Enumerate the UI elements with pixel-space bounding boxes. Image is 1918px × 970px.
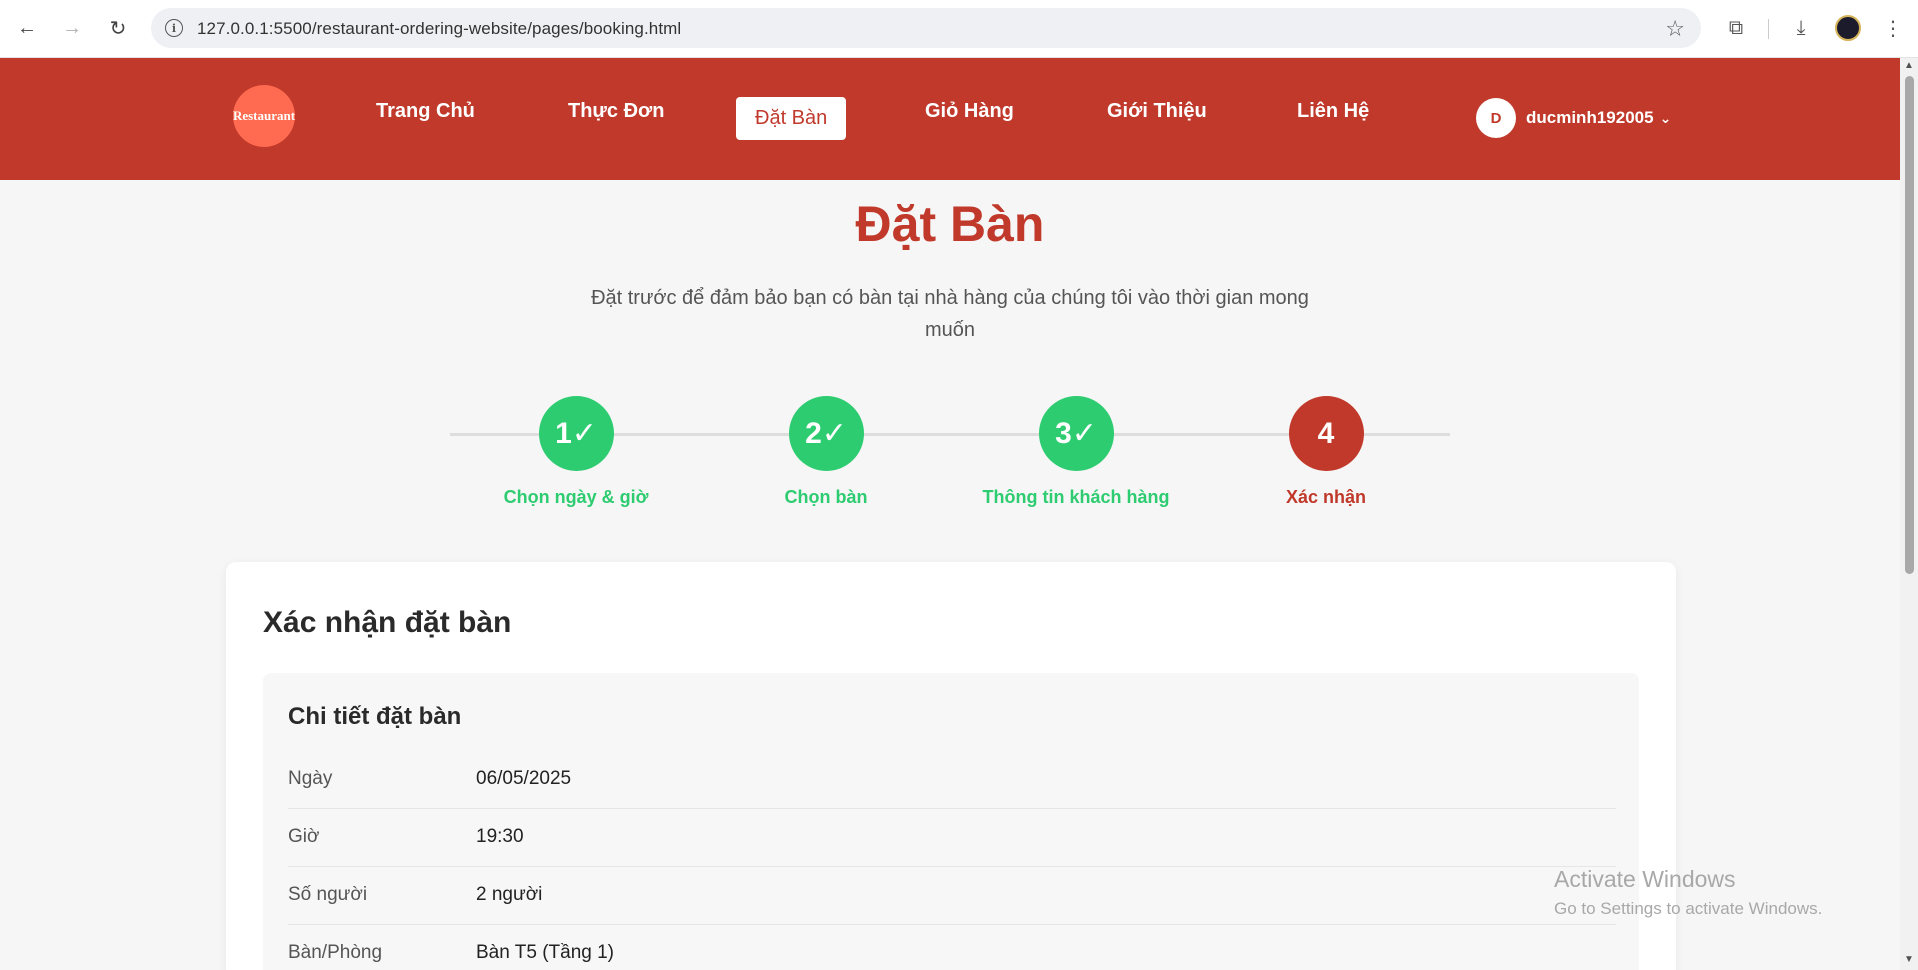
step-4: 4 Xác nhận [1206, 396, 1446, 508]
forward-icon[interactable]: → [58, 14, 86, 42]
detail-value: Bàn T5 (Tầng 1) [476, 942, 615, 963]
reload-icon[interactable]: ↻ [104, 14, 132, 42]
nav-contact[interactable]: Liên Hệ [1297, 100, 1369, 123]
nav-cart[interactable]: Giỏ Hàng [925, 100, 1014, 123]
chevron-down-icon: ⌄ [1659, 109, 1672, 126]
scrollbar-thumb[interactable] [1905, 76, 1914, 574]
extensions-icon[interactable]: ⧉ [1722, 14, 1750, 42]
download-icon[interactable]: ⤓ [1787, 14, 1815, 42]
step-badge: 2✓ [788, 396, 864, 471]
step-2: 2✓ Chọn bàn [706, 396, 946, 508]
restaurant-logo[interactable]: Restaurant [233, 85, 295, 147]
back-icon[interactable]: ← [13, 14, 41, 42]
detail-key: Bàn/Phòng [288, 942, 383, 963]
nav-about[interactable]: Giới Thiệu [1107, 100, 1207, 123]
scroll-up-arrow-icon[interactable]: ▲ [1904, 60, 1914, 71]
nav-home[interactable]: Trang Chủ [376, 100, 475, 123]
activate-windows-watermark: Activate Windows Go to Settings to activ… [1554, 866, 1822, 919]
booking-details: Chi tiết đặt bàn Ngày 06/05/2025 Giờ 19:… [263, 673, 1639, 970]
page-title: Đặt Bàn [855, 196, 1045, 252]
url-text[interactable]: 127.0.0.1:5500/restaurant-ordering-websi… [197, 19, 681, 39]
detail-key: Giờ [288, 826, 320, 847]
username: ducminh192005 [1526, 108, 1654, 127]
site-info-icon[interactable]: i [165, 19, 183, 37]
browser-toolbar: ← → ↻ i 127.0.0.1:5500/restaurant-orderi… [0, 0, 1918, 58]
detail-row-table: Bàn/Phòng Bàn T5 (Tầng 1) [288, 925, 1616, 970]
detail-value: 06/05/2025 [476, 768, 572, 789]
step-label: Xác nhận [1285, 487, 1367, 507]
scroll-down-arrow-icon[interactable]: ▼ [1904, 954, 1914, 965]
detail-key: Ngày [288, 768, 333, 789]
page-scrollbar[interactable]: ▲ ▼ [1900, 58, 1918, 970]
watermark-title: Activate Windows [1554, 866, 1736, 892]
page-subtitle: Đặt trước để đảm bảo bạn có bàn tại nhà … [591, 287, 1309, 341]
nav-menu[interactable]: Thực Đơn [568, 100, 664, 123]
confirmation-card: Xác nhận đặt bàn Chi tiết đặt bàn Ngày 0… [226, 562, 1676, 970]
user-menu[interactable]: D ducminh192005 ⌄ [1476, 98, 1671, 138]
step-badge: 3✓ [1038, 396, 1114, 471]
toolbar-divider [1768, 19, 1769, 39]
profile-avatar-icon[interactable] [1835, 15, 1861, 41]
nav-booking[interactable]: Đặt Bàn [736, 97, 847, 140]
step-label: Chọn ngày & giờ [503, 487, 649, 507]
site-header: Restaurant Trang Chủ Thực Đơn Đặt Bàn Gi… [0, 58, 1900, 180]
user-avatar: D [1476, 98, 1516, 138]
detail-row-guests: Số người 2 người [288, 867, 1616, 925]
address-bar[interactable]: i 127.0.0.1:5500/restaurant-ordering-web… [151, 8, 1701, 48]
step-label: Thông tin khách hàng [982, 487, 1170, 507]
detail-value: 19:30 [476, 826, 524, 847]
browser-menu-icon[interactable]: ⋮ [1879, 14, 1907, 42]
detail-row-date: Ngày 06/05/2025 [288, 751, 1616, 809]
bookmark-star-icon[interactable]: ☆ [1665, 16, 1685, 42]
detail-key: Số người [288, 884, 368, 905]
step-badge: 1✓ [538, 396, 614, 471]
step-1: 1✓ Chọn ngày & giờ [456, 396, 696, 508]
step-badge: 4 [1288, 396, 1364, 471]
detail-value: 2 người [476, 884, 543, 905]
confirmation-heading: Xác nhận đặt bàn [263, 606, 512, 639]
detail-row-time: Giờ 19:30 [288, 809, 1616, 867]
step-label: Chọn bàn [784, 487, 868, 507]
step-3: 3✓ Thông tin khách hàng [956, 396, 1196, 508]
details-heading: Chi tiết đặt bàn [288, 703, 462, 730]
watermark-subtitle: Go to Settings to activate Windows. [1554, 899, 1823, 918]
